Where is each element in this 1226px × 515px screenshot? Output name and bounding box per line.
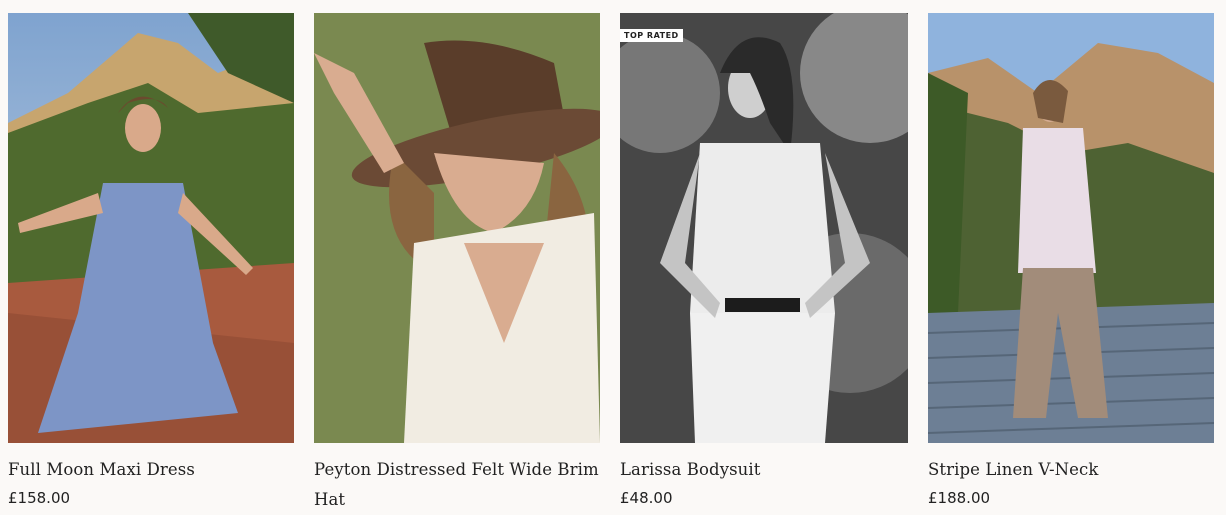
product-card[interactable]: TOP RATED Larissa Bodysuit £48.00 [620,13,908,511]
product-photo [314,13,600,443]
product-price: £158.00 [8,489,71,507]
product-price: £48.00 [620,489,673,507]
product-title[interactable]: Larissa Bodysuit [620,455,908,485]
product-title[interactable]: Stripe Linen V-Neck [928,455,1214,485]
product-image-link[interactable] [314,13,600,443]
product-photo [8,13,294,443]
product-image-link[interactable] [8,13,294,443]
product-photo [620,13,908,443]
product-card[interactable]: Stripe Linen V-Neck £188.00 [928,13,1214,511]
product-title[interactable]: Full Moon Maxi Dress [8,455,294,485]
product-image-link[interactable]: TOP RATED [620,13,908,443]
product-card[interactable]: Peyton Distressed Felt Wide Brim Hat [314,13,600,515]
product-card[interactable]: Full Moon Maxi Dress £158.00 [8,13,294,511]
product-image-link[interactable] [928,13,1214,443]
product-title[interactable]: Peyton Distressed Felt Wide Brim Hat [314,455,600,515]
product-price: £188.00 [928,489,991,507]
product-photo [928,13,1214,443]
top-rated-badge: TOP RATED [620,29,683,42]
product-grid: Full Moon Maxi Dress £158.00 Peyton Dist… [0,0,1226,514]
